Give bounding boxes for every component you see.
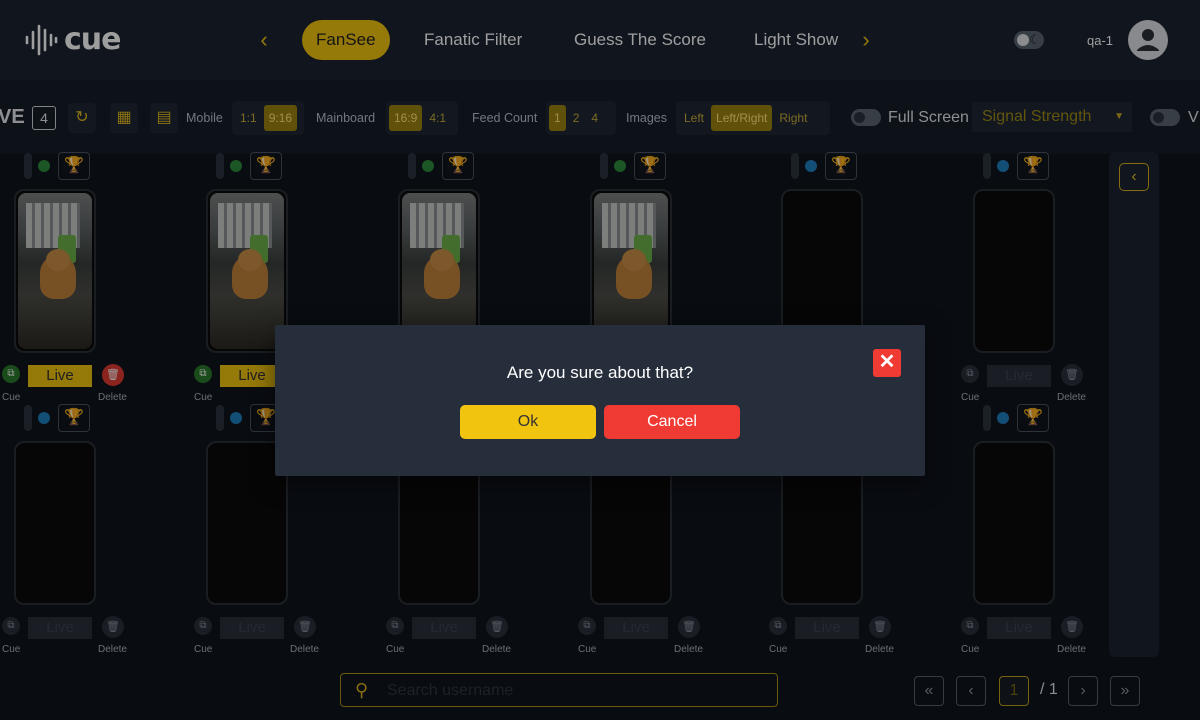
- dialog-message: Are you sure about that?: [506, 363, 694, 382]
- cancel-button[interactable]: Cancel: [604, 405, 740, 439]
- confirm-dialog: ✕ Are you sure about that? Ok Cancel: [275, 325, 925, 476]
- ok-button[interactable]: Ok: [460, 405, 596, 439]
